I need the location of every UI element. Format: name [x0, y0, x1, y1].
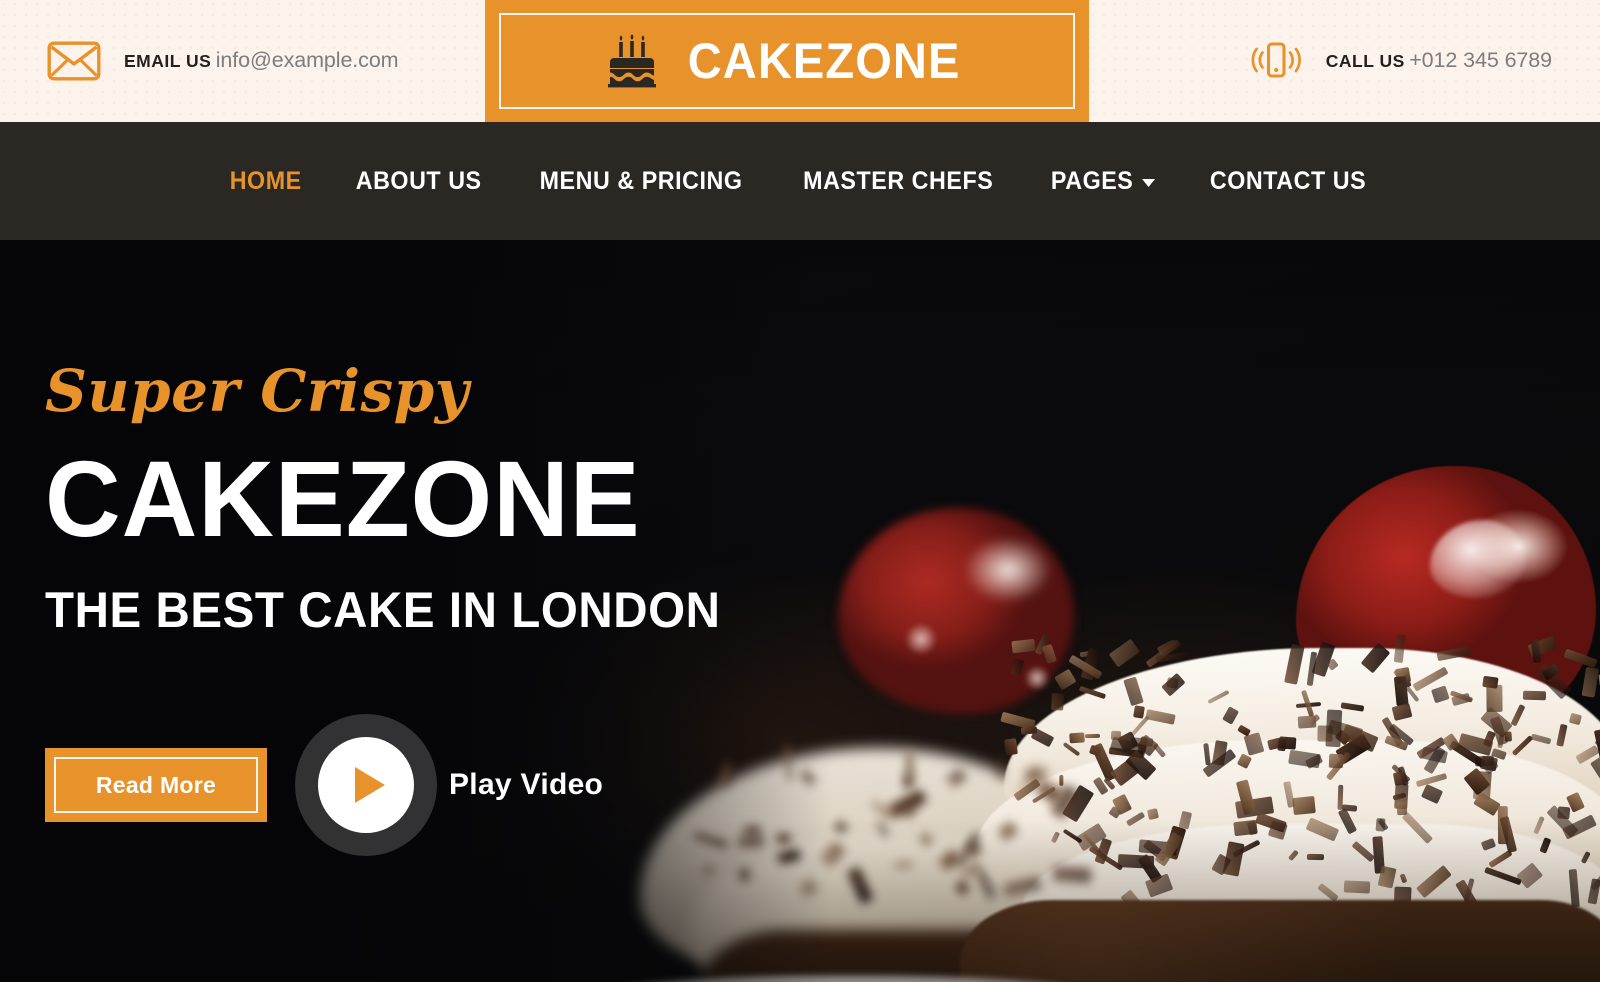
email-contact-block[interactable]: EMAIL US info@example.com	[46, 38, 399, 84]
email-label: EMAIL US	[124, 51, 212, 72]
nav-item-menu-pricing[interactable]: MENU & PRICING	[518, 157, 764, 206]
play-video-ring	[295, 714, 437, 857]
email-value: info@example.com	[215, 48, 399, 73]
nav-item-label: ABOUT US	[355, 166, 482, 195]
hero-content: Super Crispy CAKEZONE THE BEST CAKE IN L…	[45, 240, 756, 982]
email-text-group: EMAIL US info@example.com	[124, 48, 399, 73]
main-navigation: HOME ABOUT US MENU & PRICING MASTER CHEFS PA…	[0, 122, 1600, 240]
nav-item-master-chefs[interactable]: MASTER CHEFS	[782, 157, 1015, 206]
birthday-cake-icon	[605, 33, 659, 89]
envelope-icon	[46, 38, 102, 84]
nav-item-label: PAGES	[1050, 166, 1134, 195]
chevron-down-icon	[1141, 179, 1155, 187]
nav-item-label: CONTACT US	[1210, 166, 1367, 195]
phone-value: +012 345 6789	[1409, 48, 1552, 73]
play-triangle-icon	[355, 767, 385, 804]
read-more-button[interactable]: Read More	[45, 748, 267, 823]
nav-list: HOME ABOUT US MENU & PRICING MASTER CHEFS PA…	[204, 157, 1395, 206]
play-video-button[interactable]: Play Video	[295, 714, 604, 857]
nav-item-pages[interactable]: PAGES	[1029, 157, 1176, 206]
hero-section: Super Crispy CAKEZONE THE BEST CAKE IN L…	[0, 240, 1600, 982]
hero-actions: Read More Play Video	[45, 714, 756, 857]
read-more-label: Read More	[95, 771, 217, 798]
mobile-vibrate-icon	[1248, 38, 1304, 84]
nav-item-home[interactable]: HOME	[209, 157, 324, 206]
hero-title: CAKEZONE	[45, 437, 641, 559]
nav-item-label: MASTER CHEFS	[803, 166, 994, 195]
hero-script-heading: Super Crispy	[45, 356, 469, 425]
hero-subtitle: THE BEST CAKE IN LONDON	[45, 581, 721, 638]
nav-item-contact-us[interactable]: CONTACT US	[1189, 157, 1388, 206]
page-root: EMAIL US info@example.com CAKEZONE CALL …	[0, 0, 1600, 982]
nav-item-label: HOME	[230, 166, 303, 195]
play-video-circle	[318, 737, 414, 834]
logo-text: CAKEZONE	[687, 33, 961, 89]
phone-contact-block[interactable]: CALL US +012 345 6789	[1248, 38, 1552, 84]
site-logo[interactable]: CAKEZONE	[485, 0, 1089, 122]
top-contact-bar: EMAIL US info@example.com CAKEZONE CALL …	[0, 0, 1600, 122]
logo-content: CAKEZONE	[605, 33, 969, 89]
phone-text-group: CALL US +012 345 6789	[1326, 48, 1552, 73]
nav-item-label: MENU & PRICING	[539, 166, 743, 195]
nav-item-about-us[interactable]: ABOUT US	[334, 157, 503, 206]
phone-label: CALL US	[1325, 51, 1405, 72]
play-video-label: Play Video	[449, 768, 604, 802]
